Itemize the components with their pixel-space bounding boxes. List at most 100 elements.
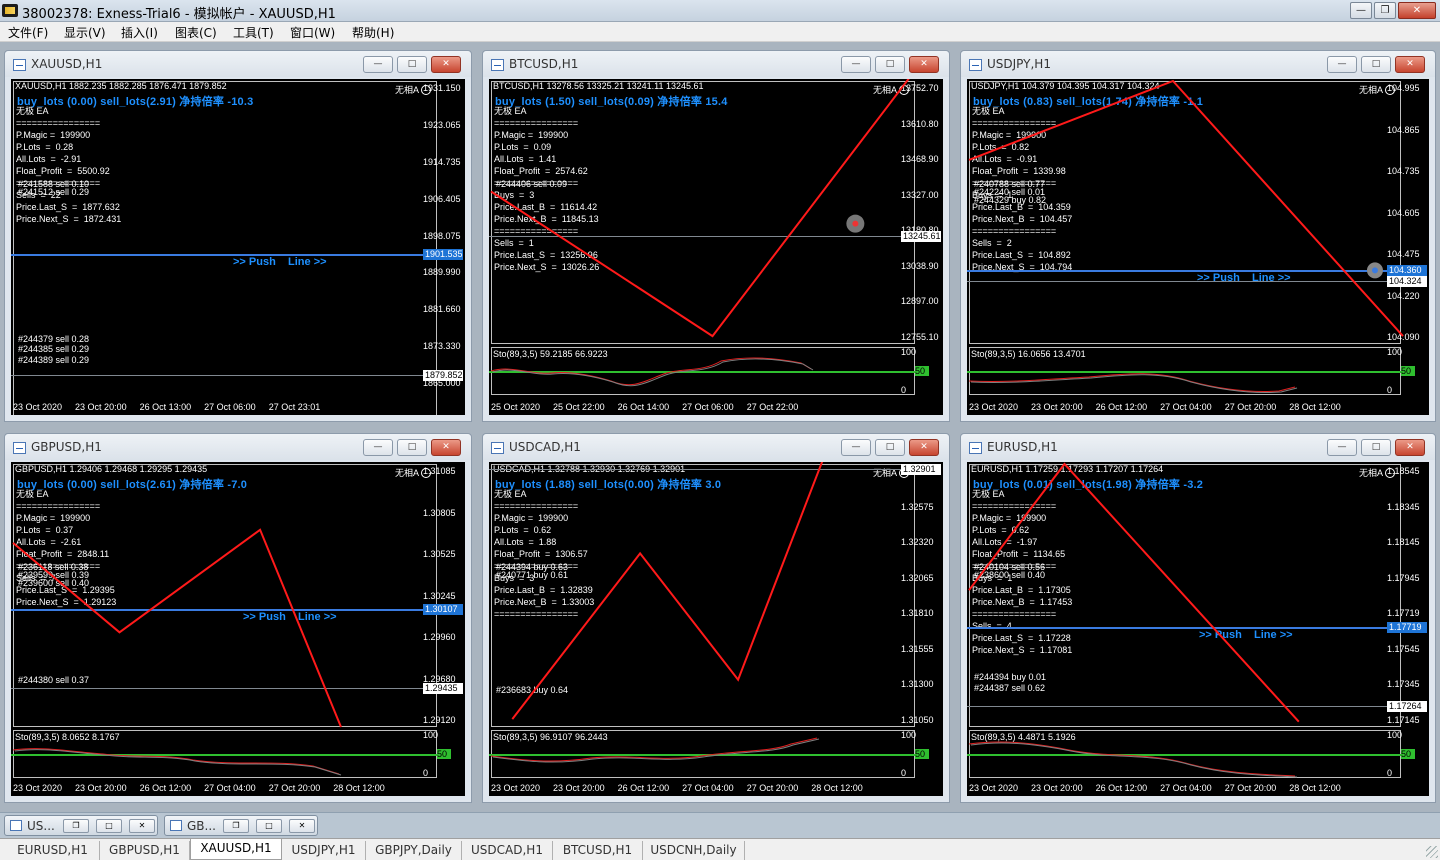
maximize-button[interactable]: □ xyxy=(1361,439,1391,456)
chart-window-titlebar[interactable]: GBPUSD,H1 — □ ✕ xyxy=(5,434,471,460)
chart-window-titlebar[interactable]: USDCAD,H1 — □ ✕ xyxy=(483,434,949,460)
maximize-button[interactable]: □ xyxy=(875,56,905,73)
push-line[interactable] xyxy=(967,270,1401,273)
x-axis-tick: 26 Oct 14:00 xyxy=(617,402,670,412)
close-button[interactable]: ✕ xyxy=(289,819,315,833)
chart-canvas[interactable]: XAUUSD,H1 1882.235 1882.285 1876.471 187… xyxy=(11,79,465,415)
chart-canvas[interactable]: GBPUSD,H1 1.29406 1.29468 1.29295 1.2943… xyxy=(11,462,465,796)
close-button[interactable]: ✕ xyxy=(1398,2,1436,19)
restore-button[interactable]: ❐ xyxy=(63,819,89,833)
chart-window-usdcad-h1[interactable]: USDCAD,H1 — □ ✕ USDCAD,H1 1.32788 1.3293… xyxy=(482,433,950,803)
close-button[interactable]: ✕ xyxy=(909,439,939,456)
menu-window[interactable]: 窗口(W) xyxy=(288,24,337,41)
y-axis-tick: 1898.075 xyxy=(423,230,461,241)
minimize-button[interactable]: — xyxy=(841,439,871,456)
minimize-button[interactable]: — xyxy=(841,56,871,73)
x-axis-tick: 23 Oct 20:00 xyxy=(1031,783,1083,793)
chart-window-usdjpy-h1[interactable]: USDJPY,H1 — □ ✕ USDJPY,H1 104.379 104.39… xyxy=(960,50,1436,422)
tab-xauusd-h1[interactable]: XAUUSD,H1 xyxy=(190,839,282,860)
tab-gbpusd-h1[interactable]: GBPUSD,H1 xyxy=(100,841,190,860)
chart-window-title: BTCUSD,H1 xyxy=(509,57,579,71)
push-line-label[interactable]: >> Push Line >> xyxy=(1197,272,1291,284)
chart-window-eurusd-h1[interactable]: EURUSD,H1 — □ ✕ EURUSD,H1 1.17259 1.1729… xyxy=(960,433,1436,803)
chart-window-titlebar[interactable]: BTCUSD,H1 — □ ✕ xyxy=(483,51,949,77)
menu-file[interactable]: 文件(F) xyxy=(6,24,50,41)
current-price-tag: 13245.61 xyxy=(901,231,941,243)
push-line-label[interactable]: >> Push Line >> xyxy=(233,256,327,268)
ea-info-line: Price.Next_S = 13026.26 xyxy=(494,262,600,272)
chart-canvas[interactable]: USDJPY,H1 104.379 104.395 104.317 104.32… xyxy=(967,79,1429,415)
ea-info-line: All.Lots = -0.91 xyxy=(972,154,1038,164)
close-button[interactable]: ✕ xyxy=(1395,439,1425,456)
maximize-button[interactable]: □ xyxy=(397,56,427,73)
minimized-window-usdjpy[interactable]: US... ❐ □ ✕ xyxy=(4,815,158,836)
current-price-line xyxy=(967,705,1401,707)
minimize-button[interactable]: — xyxy=(363,439,393,456)
maximize-button[interactable]: □ xyxy=(875,439,905,456)
menu-insert[interactable]: 插入(I) xyxy=(119,24,160,41)
maximize-button[interactable]: □ xyxy=(1361,56,1391,73)
menu-tools[interactable]: 工具(T) xyxy=(231,24,276,41)
ea-info-line: Price.Next_S = 1872.431 xyxy=(16,214,122,224)
close-button[interactable]: ✕ xyxy=(909,56,939,73)
maximize-button[interactable]: □ xyxy=(256,819,282,833)
minimized-window-gbpjpy[interactable]: GB... ❐ □ ✕ xyxy=(164,815,318,836)
push-line-label[interactable]: >> Push Line >> xyxy=(243,611,337,623)
minimize-button[interactable]: — xyxy=(1350,2,1372,19)
chart-canvas[interactable]: EURUSD,H1 1.17259 1.17293 1.17207 1.1726… xyxy=(967,462,1429,796)
restore-button[interactable]: ❐ xyxy=(223,819,249,833)
close-button[interactable]: ✕ xyxy=(431,56,461,73)
chart-window-title: EURUSD,H1 xyxy=(987,440,1058,454)
maximize-button[interactable]: □ xyxy=(96,819,122,833)
chart-window-titlebar[interactable]: XAUUSD,H1 — □ ✕ xyxy=(5,51,471,77)
x-axis-tick: 27 Oct 04:00 xyxy=(204,783,256,793)
close-button[interactable]: ✕ xyxy=(431,439,461,456)
chart-window-title: USDJPY,H1 xyxy=(987,57,1051,71)
x-axis-tick: 23 Oct 20:00 xyxy=(1031,402,1083,412)
chart-window-icon xyxy=(969,59,982,71)
restore-button[interactable]: ❐ xyxy=(1374,2,1396,19)
ea-name: 无相A xyxy=(1358,85,1383,95)
x-axis: 23 Oct 2020 23 Oct 20:00 26 Oct 13:00 27 Oc… xyxy=(13,402,333,412)
y-axis-tick: 104.735 xyxy=(1387,166,1420,176)
menu-help[interactable]: 帮助(H) xyxy=(350,24,396,41)
push-line[interactable] xyxy=(11,608,437,611)
order-label-overlap: #240771 buy 0.61 xyxy=(496,570,569,580)
tab-usdcnh-daily[interactable]: USDCNH,Daily xyxy=(643,841,745,860)
minimize-button[interactable]: — xyxy=(1327,56,1357,73)
chart-window-titlebar[interactable]: EURUSD,H1 — □ ✕ xyxy=(961,434,1435,460)
chart-window-icon xyxy=(13,442,26,454)
menu-chart[interactable]: 图表(C) xyxy=(173,24,219,41)
close-button[interactable]: ✕ xyxy=(1395,56,1425,73)
ea-info-line: Float_Profit = 1339.98 xyxy=(972,166,1066,176)
tab-eurusd-h1[interactable]: EURUSD,H1 xyxy=(6,841,100,860)
minimize-button[interactable]: — xyxy=(1327,439,1357,456)
ea-info-line: 无极 EA xyxy=(494,106,527,116)
push-line[interactable] xyxy=(11,254,437,256)
resize-grip-icon[interactable] xyxy=(1426,846,1438,858)
push-line[interactable] xyxy=(967,627,1401,630)
tab-gbpjpy-daily[interactable]: GBPJPY,Daily xyxy=(366,841,462,860)
chart-window-titlebar[interactable]: USDJPY,H1 — □ ✕ xyxy=(961,51,1435,77)
chart-window-xauusd-h1[interactable]: XAUUSD,H1 — □ ✕ XAUUSD,H1 1882.235 1882.… xyxy=(4,50,472,422)
chart-window-btcusd-h1[interactable]: BTCUSD,H1 — □ ✕ BTCUSD,H1 13278.56 13325… xyxy=(482,50,950,422)
chart-canvas[interactable]: BTCUSD,H1 13278.56 13325.21 13241.11 132… xyxy=(489,79,943,415)
chart-canvas[interactable]: USDCAD,H1 1.32788 1.32930 1.32769 1.3290… xyxy=(489,462,943,796)
close-button[interactable]: ✕ xyxy=(129,819,155,833)
push-line-label[interactable]: >> Push Line >> xyxy=(1199,629,1293,641)
maximize-button[interactable]: □ xyxy=(397,439,427,456)
y-axis-tick: 12897.00 xyxy=(901,296,939,307)
menu-view[interactable]: 显示(V) xyxy=(62,24,108,41)
x-axis-tick: 23 Oct 2020 xyxy=(969,783,1019,793)
tab-usdcad-h1[interactable]: USDCAD,H1 xyxy=(462,841,553,860)
order-label: #244389 sell 0.29 xyxy=(18,354,90,365)
chart-window-gbpusd-h1[interactable]: GBPUSD,H1 — □ ✕ GBPUSD,H1 1.29406 1.2946… xyxy=(4,433,472,803)
tab-usdjpy-h1[interactable]: USDJPY,H1 xyxy=(282,841,366,860)
current-price-line xyxy=(11,375,437,377)
ea-info-line: 无极 EA xyxy=(16,489,49,499)
current-price-tag: 104.324 xyxy=(1387,275,1427,287)
tab-btcusd-h1[interactable]: BTCUSD,H1 xyxy=(553,841,643,860)
y-axis-tick: 1.32575 xyxy=(901,501,934,512)
ea-info-line: Float_Profit = 1134.65 xyxy=(972,549,1066,559)
minimize-button[interactable]: — xyxy=(363,56,393,73)
